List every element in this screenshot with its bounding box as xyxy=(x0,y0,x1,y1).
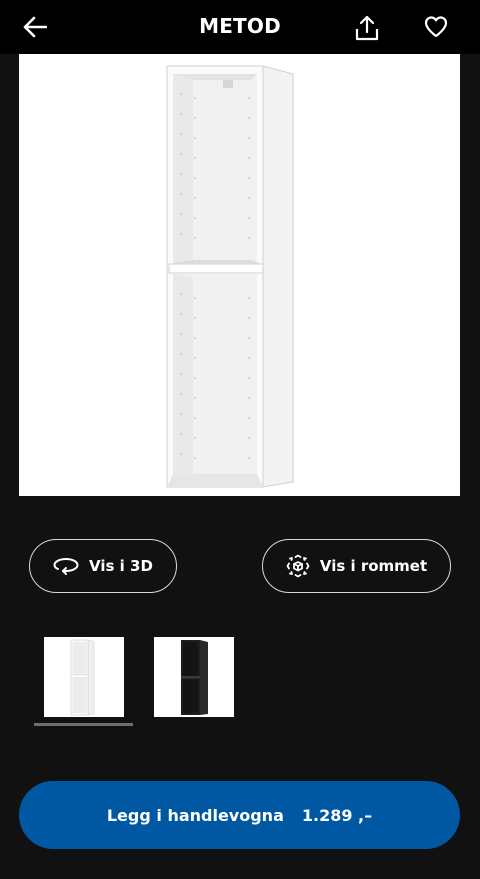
top-bar: METOD xyxy=(0,0,480,54)
thumbnail-white[interactable] xyxy=(44,637,124,717)
rotate-3d-icon xyxy=(53,557,79,575)
favorite-button[interactable] xyxy=(420,11,452,43)
product-image[interactable] xyxy=(19,54,460,496)
selected-thumbnail-indicator xyxy=(34,723,133,726)
view-in-room-label: Vis i rommet xyxy=(319,557,428,575)
page-title: METOD xyxy=(199,14,281,38)
cabinet-frame-white-image xyxy=(166,65,294,488)
heart-icon xyxy=(424,16,448,38)
thumbnail-black[interactable] xyxy=(154,637,234,717)
price-label: 1.289 ,– xyxy=(301,805,373,825)
view-3d-label: Vis i 3D xyxy=(89,557,153,575)
add-to-cart-label: Legg i handlevogna xyxy=(106,805,284,825)
cabinet-black-thumbnail-image xyxy=(181,640,208,715)
share-icon xyxy=(355,15,379,41)
view-3d-button[interactable]: Vis i 3D xyxy=(29,539,177,593)
ar-cube-icon xyxy=(286,554,310,578)
cabinet-white-thumbnail-image xyxy=(70,639,95,716)
add-to-cart-button[interactable]: Legg i handlevogna 1.289 ,– xyxy=(19,781,460,849)
view-in-room-button[interactable]: Vis i rommet xyxy=(262,539,451,593)
share-button[interactable] xyxy=(351,12,383,44)
